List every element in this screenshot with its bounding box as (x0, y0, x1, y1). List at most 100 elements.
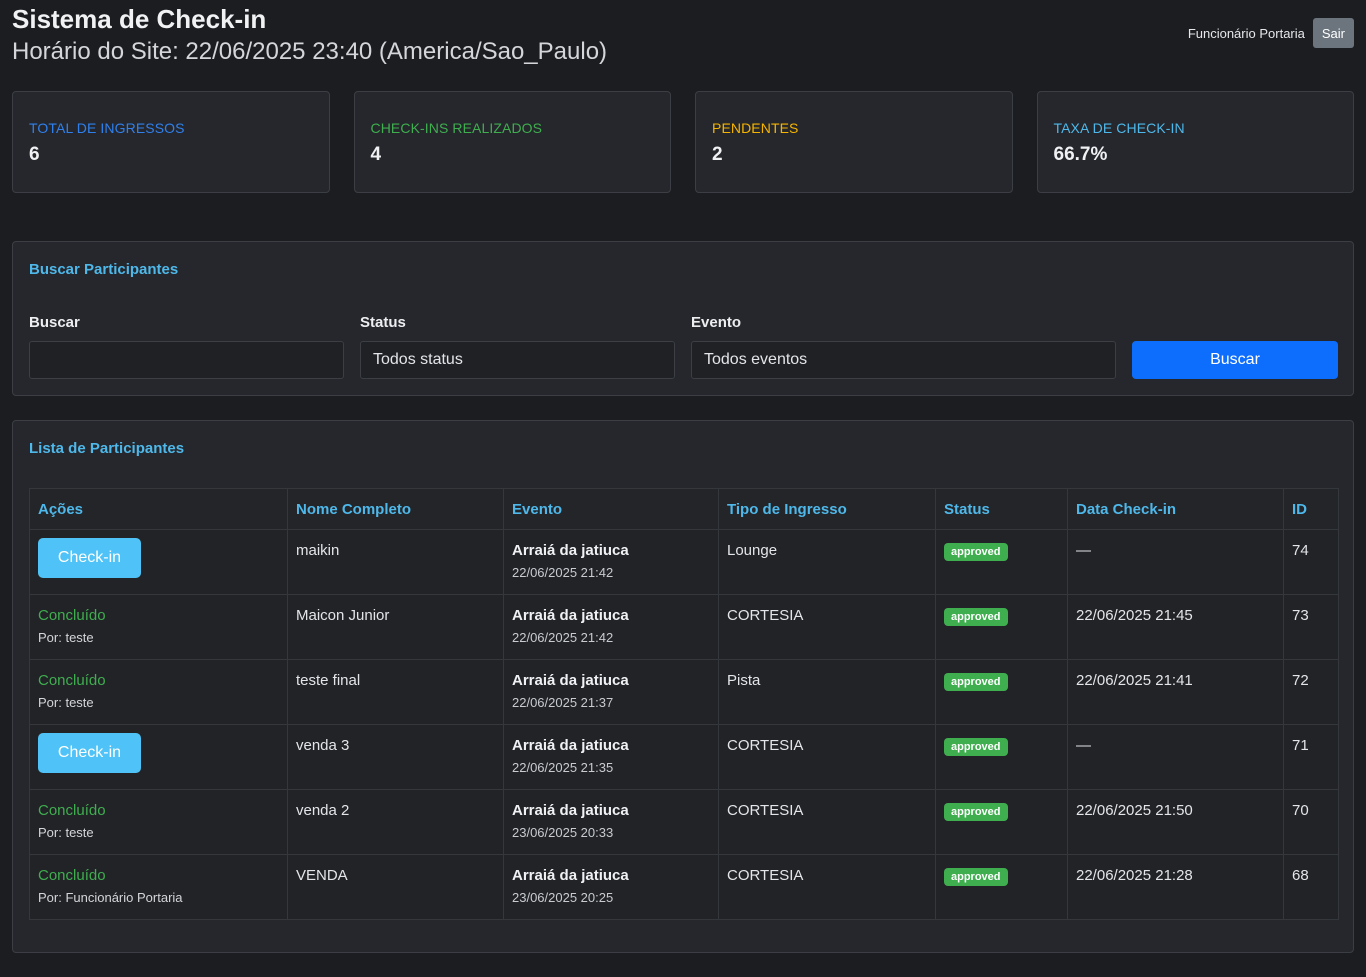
status-badge: approved (944, 803, 1008, 821)
table-row: Concluído Por: teste venda 2 Arraiá da j… (29, 789, 1339, 855)
cell-name: VENDA (287, 854, 504, 920)
participants-panel-title: Lista de Participantes (29, 440, 185, 457)
cell-event: Arraiá da jatiuca 22/06/2025 21:37 (503, 659, 719, 725)
stat-label-total: TOTAL DE INGRESSOS (29, 120, 185, 136)
search-label: Buscar (29, 314, 80, 331)
cell-checkin-date: 22/06/2025 21:28 (1067, 854, 1284, 920)
search-field: Buscar (29, 314, 344, 379)
event-name: Arraiá da jatiuca (512, 867, 629, 884)
cell-checkin-date: — (1067, 529, 1284, 595)
cell-status: approved (935, 529, 1068, 595)
stat-card-rate: TAXA DE CHECK-IN 66.7% (1036, 91, 1354, 193)
cell-ticket-type: CORTESIA (718, 724, 936, 790)
search-panel-title: Buscar Participantes (29, 261, 179, 278)
search-button[interactable]: Buscar (1132, 341, 1338, 379)
cell-name: Maicon Junior (287, 594, 504, 660)
user-name: Funcionário Portaria (1187, 25, 1305, 41)
status-field: Status Todos status (360, 314, 675, 379)
cell-id: 71 (1283, 724, 1339, 790)
participants-panel: Lista de Participantes Ações Nome Comple… (12, 420, 1354, 953)
column-header-actions: Ações (29, 488, 288, 530)
site-time: Horário do Site: 22/06/2025 23:40 (Ameri… (12, 38, 608, 65)
stat-label-rate: TAXA DE CHECK-IN (1053, 120, 1185, 136)
user-area: Funcionário Portaria Sair (1188, 18, 1354, 48)
cell-ticket-type: Pista (718, 659, 936, 725)
cell-event: Arraiá da jatiuca 22/06/2025 21:35 (503, 724, 719, 790)
event-date: 22/06/2025 21:35 (512, 760, 614, 775)
cell-name: teste final (287, 659, 504, 725)
cell-actions: Concluído Por: Funcionário Portaria (29, 854, 288, 920)
event-name: Arraiá da jatiuca (512, 542, 629, 559)
checkin-button[interactable]: Check-in (38, 538, 141, 578)
stats-row: TOTAL DE INGRESSOS 6 CHECK-INS REALIZADO… (12, 91, 1354, 193)
search-input[interactable] (29, 341, 344, 379)
table-header-row: Ações Nome Completo Evento Tipo de Ingre… (29, 488, 1339, 530)
cell-status: approved (935, 724, 1068, 790)
column-header-checkin-date: Data Check-in (1067, 488, 1284, 530)
event-name: Arraiá da jatiuca (512, 802, 629, 819)
participants-table: Ações Nome Completo Evento Tipo de Ingre… (29, 488, 1339, 920)
column-header-status: Status (935, 488, 1068, 530)
cell-event: Arraiá da jatiuca 23/06/2025 20:33 (503, 789, 719, 855)
event-name: Arraiá da jatiuca (512, 737, 629, 754)
cell-event: Arraiá da jatiuca 22/06/2025 21:42 (503, 594, 719, 660)
page-title: Sistema de Check-in (12, 4, 267, 34)
event-date: 22/06/2025 21:37 (512, 695, 614, 710)
cell-event: Arraiá da jatiuca 22/06/2025 21:42 (503, 529, 719, 595)
cell-ticket-type: Lounge (718, 529, 936, 595)
checkin-done-label: Concluído (38, 607, 106, 624)
checkin-done-by: Por: teste (38, 825, 94, 840)
checkin-button[interactable]: Check-in (38, 733, 141, 773)
column-header-ticket: Tipo de Ingresso (718, 488, 936, 530)
cell-checkin-date: 22/06/2025 21:50 (1067, 789, 1284, 855)
event-name: Arraiá da jatiuca (512, 607, 629, 624)
checkin-done-by: Por: teste (38, 695, 94, 710)
event-date: 22/06/2025 21:42 (512, 630, 614, 645)
cell-checkin-date: 22/06/2025 21:45 (1067, 594, 1284, 660)
column-header-event: Evento (503, 488, 719, 530)
cell-checkin-date: — (1067, 724, 1284, 790)
stat-value-total: 6 (29, 144, 40, 165)
stat-card-pending: PENDENTES 2 (695, 91, 1013, 193)
cell-actions: Concluído Por: teste (29, 659, 288, 725)
cell-ticket-type: CORTESIA (718, 594, 936, 660)
status-badge: approved (944, 608, 1008, 626)
column-header-name: Nome Completo (287, 488, 504, 530)
column-header-id: ID (1283, 488, 1339, 530)
event-label: Evento (691, 314, 742, 331)
cell-ticket-type: CORTESIA (718, 854, 936, 920)
checkin-done-by: Por: teste (38, 630, 94, 645)
stat-card-checkins: CHECK-INS REALIZADOS 4 (353, 91, 671, 193)
event-date: 23/06/2025 20:33 (512, 825, 614, 840)
logout-button[interactable]: Sair (1312, 18, 1354, 48)
event-date: 23/06/2025 20:25 (512, 890, 614, 905)
stat-card-total: TOTAL DE INGRESSOS 6 (12, 91, 330, 193)
checkin-done-label: Concluído (38, 802, 106, 819)
status-badge: approved (944, 673, 1008, 691)
stat-value-checkins: 4 (370, 144, 382, 165)
cell-id: 68 (1283, 854, 1339, 920)
status-label: Status (360, 314, 406, 331)
cell-status: approved (935, 594, 1068, 660)
table-row: Concluído Por: teste Maicon Junior Arrai… (29, 594, 1339, 660)
event-name: Arraiá da jatiuca (512, 672, 629, 689)
cell-actions: Check-in (29, 724, 288, 790)
cell-status: approved (935, 659, 1068, 725)
table-row: Concluído Por: teste teste final Arraiá … (29, 659, 1339, 725)
table-row: Check-in maikin Arraiá da jatiuca 22/06/… (29, 529, 1339, 595)
status-select[interactable]: Todos status (360, 341, 675, 379)
event-field: Evento Todos eventos (691, 314, 1116, 379)
event-select[interactable]: Todos eventos (691, 341, 1116, 379)
cell-id: 72 (1283, 659, 1339, 725)
cell-checkin-date: 22/06/2025 21:41 (1067, 659, 1284, 725)
status-badge: approved (944, 868, 1008, 886)
page-header: Sistema de Check-in Horário do Site: 22/… (12, 4, 607, 69)
checkin-page: Sistema de Check-in Horário do Site: 22/… (0, 0, 1366, 977)
cell-status: approved (935, 854, 1068, 920)
cell-actions: Concluído Por: teste (29, 594, 288, 660)
stat-value-rate: 66.7% (1053, 144, 1108, 165)
cell-ticket-type: CORTESIA (718, 789, 936, 855)
cell-status: approved (935, 789, 1068, 855)
cell-name: venda 3 (287, 724, 504, 790)
cell-event: Arraiá da jatiuca 23/06/2025 20:25 (503, 854, 719, 920)
